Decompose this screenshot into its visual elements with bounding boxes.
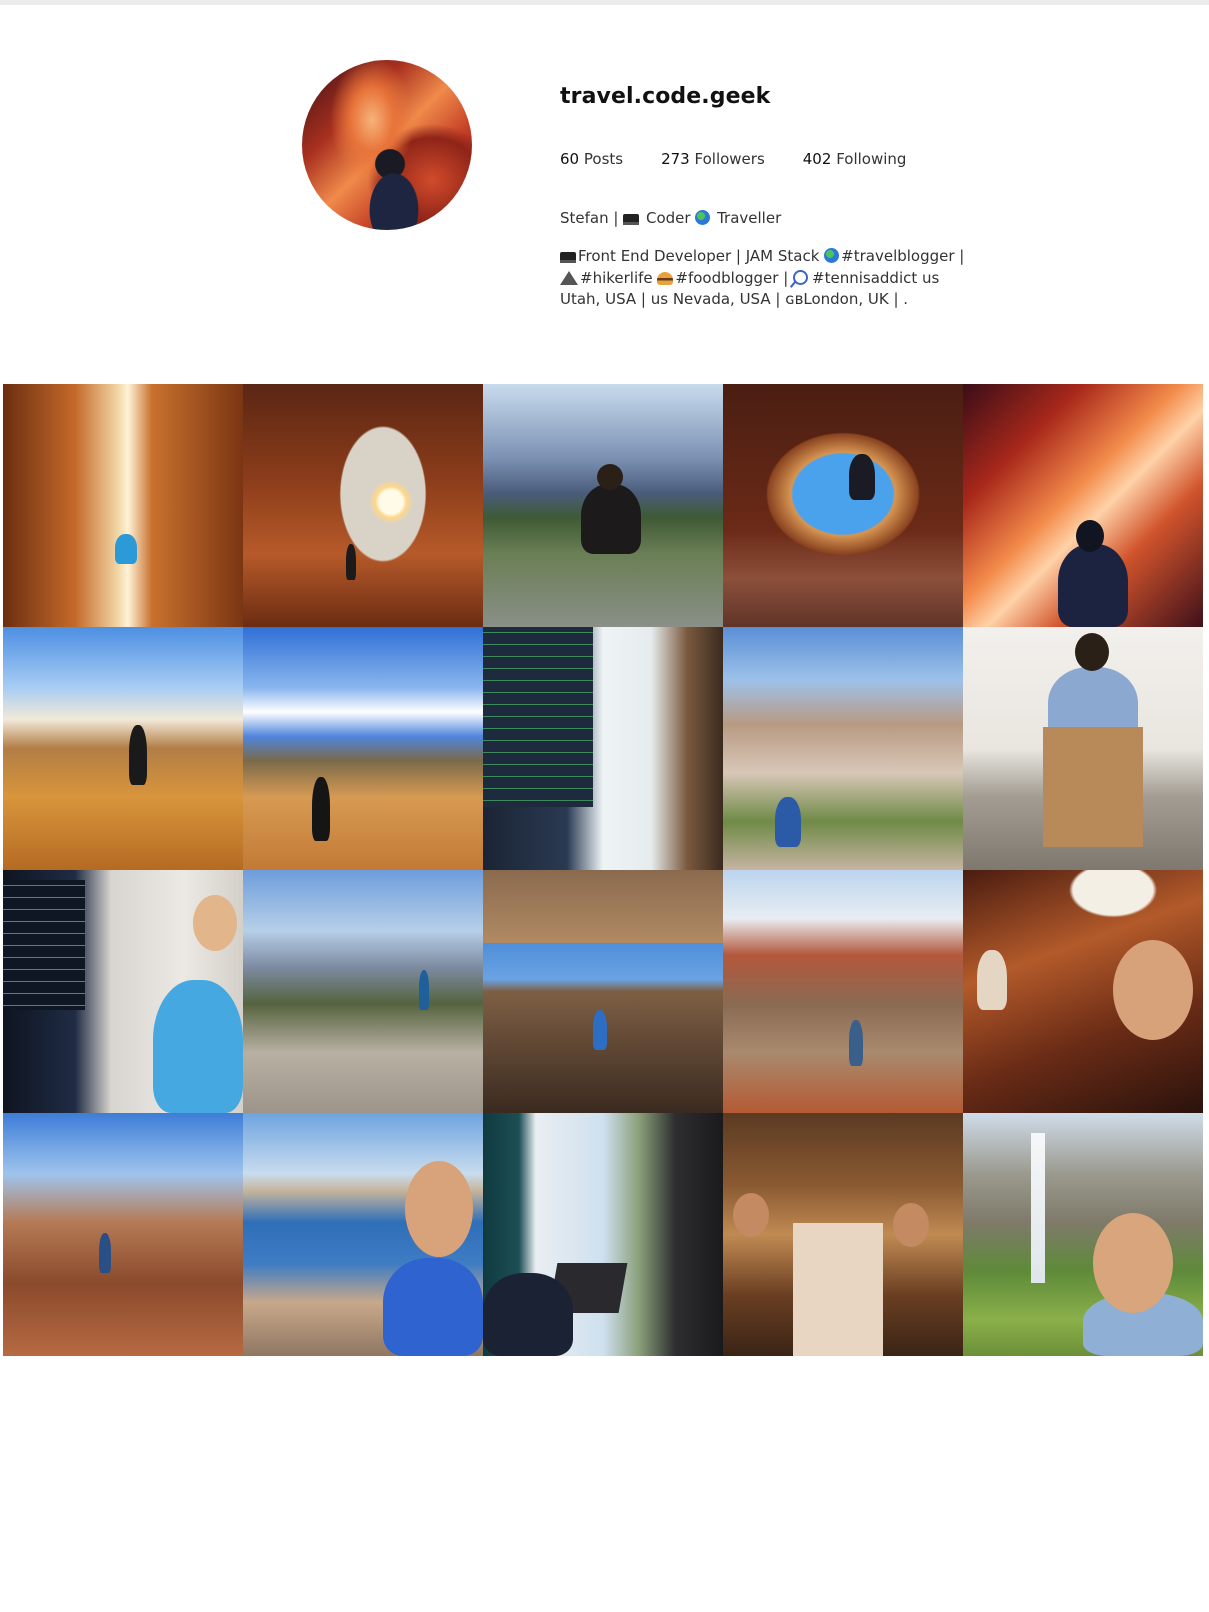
person-figure <box>419 970 429 1010</box>
person-figure <box>1058 544 1128 627</box>
person-figure <box>593 1010 607 1050</box>
person-figure <box>581 484 641 554</box>
bio-line: Front End Developer | JAM Stack #travelb… <box>560 246 980 268</box>
person-figure <box>483 1273 573 1356</box>
following-count: 402 <box>802 150 832 168</box>
person-figure <box>153 980 243 1113</box>
person-figure <box>312 777 330 841</box>
profile-avatar[interactable] <box>302 60 472 230</box>
tennis-racket-icon <box>793 269 809 285</box>
photo-antelope-canyon[interactable] <box>963 384 1203 627</box>
profile-username: travel.code.geek <box>560 84 771 109</box>
person-head <box>893 1203 929 1247</box>
mountain-icon <box>560 270 578 285</box>
photo-mountain-vista[interactable] <box>243 870 483 1113</box>
photo-rock-wall[interactable] <box>483 870 723 1113</box>
photo-rock-arch-sunset[interactable] <box>243 384 483 627</box>
photo-red-rocks-summit[interactable] <box>3 1113 243 1356</box>
bio-text-part: Front End Developer | JAM Stack <box>578 247 825 265</box>
person-figure <box>849 454 875 500</box>
bio-name-part: Stefan | <box>560 209 624 227</box>
photo-sand-dunes-walk[interactable] <box>3 627 243 870</box>
bio-line: #hikerlife #foodblogger | #tennisaddict … <box>560 268 980 290</box>
profile-stats: 60 Posts 273 Followers 402 Following <box>560 150 944 168</box>
photo-group-dinner[interactable] <box>723 1113 963 1356</box>
hashtag-foodblogger[interactable]: #foodblogger | <box>675 269 793 287</box>
followers-count: 273 <box>661 150 690 168</box>
photo-canyon-climb[interactable] <box>3 384 243 627</box>
following-stat[interactable]: 402 Following <box>803 150 907 168</box>
followers-label: Followers <box>694 150 765 168</box>
person-figure <box>775 797 801 847</box>
waterfall <box>1031 1133 1045 1283</box>
globe-icon <box>695 210 711 225</box>
person-head <box>193 895 237 951</box>
person-head <box>733 1193 769 1237</box>
hashtag-tennisaddict[interactable]: #tennisaddict us <box>812 269 939 287</box>
photo-cave-selfie[interactable] <box>963 870 1203 1113</box>
top-divider <box>0 0 1209 5</box>
burger-icon <box>657 271 674 285</box>
posts-label: Posts <box>583 150 624 168</box>
person-head <box>1075 633 1109 671</box>
hashtag-travelblogger[interactable]: #travelblogger | <box>841 247 964 265</box>
followers-stat[interactable]: 273 Followers <box>661 150 765 168</box>
laptop-icon <box>560 252 576 263</box>
person-head <box>405 1161 473 1257</box>
person-head <box>1076 520 1104 552</box>
computer-box <box>1043 727 1143 847</box>
person-figure <box>346 544 356 580</box>
photo-lake-selfie[interactable] <box>243 1113 483 1356</box>
person-figure <box>115 534 137 564</box>
bio-full-name: Stefan | Coder Traveller <box>560 209 781 227</box>
code-screen <box>483 627 593 807</box>
person-head <box>1113 940 1193 1040</box>
photo-sand-dunes-standing[interactable] <box>243 627 483 870</box>
bio-name-part: Coder <box>641 209 696 227</box>
photo-waterfall-selfie[interactable] <box>963 1113 1203 1356</box>
bio-name-part: Traveller <box>712 209 782 227</box>
photo-code-monitor[interactable] <box>483 627 723 870</box>
hashtag-hikerlife[interactable]: #hikerlife <box>580 269 657 287</box>
globe-icon <box>824 248 840 263</box>
person-figure <box>129 725 147 785</box>
photo-desk-coding[interactable] <box>3 870 243 1113</box>
photo-cave-jump[interactable] <box>723 384 963 627</box>
person-figure <box>383 1258 483 1356</box>
photo-canyon-hike[interactable] <box>723 627 963 870</box>
person-figure <box>977 950 1007 1010</box>
photo-window-laptop[interactable] <box>483 1113 723 1356</box>
person-figure <box>849 1020 863 1066</box>
person-figure <box>99 1233 111 1273</box>
person-head <box>1093 1213 1173 1313</box>
person-head <box>597 464 623 490</box>
bio-text: Front End Developer | JAM Stack #travelb… <box>560 246 980 311</box>
posts-count: 60 <box>560 150 580 168</box>
following-label: Following <box>836 150 907 168</box>
posts-stat[interactable]: 60 Posts <box>560 150 623 168</box>
bio-line: Utah, USA | us Nevada, USA | ɢʙLondon, U… <box>560 290 909 308</box>
photo-computer-unboxing[interactable] <box>963 627 1203 870</box>
photo-grid <box>3 384 1203 1356</box>
laptop-icon <box>623 214 640 225</box>
dinner-table <box>793 1223 883 1356</box>
photo-canyon-overlook-sitting[interactable] <box>483 384 723 627</box>
code-screen <box>3 880 85 1010</box>
photo-red-rock-valley[interactable] <box>723 870 963 1113</box>
